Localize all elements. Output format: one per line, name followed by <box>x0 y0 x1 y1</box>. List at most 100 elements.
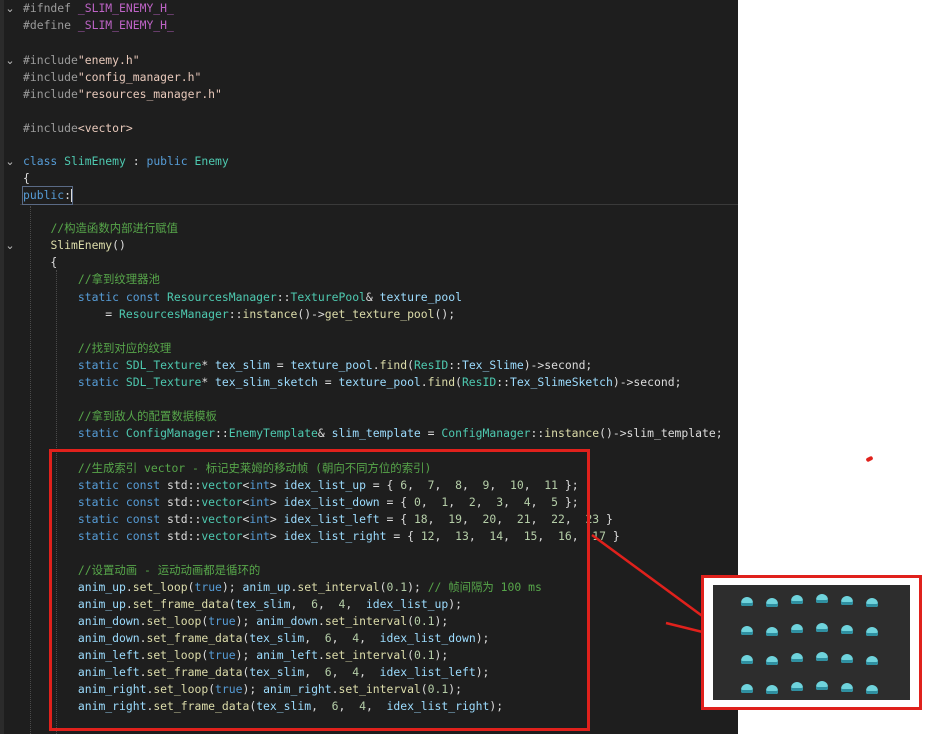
code-line[interactable]: { <box>0 254 738 271</box>
code-text: class SlimEnemy : public Enemy <box>23 153 229 170</box>
fold-toggle-icon[interactable]: ⌄ <box>4 237 16 254</box>
code-token: #include <box>23 70 78 84</box>
code-line[interactable]: ⌄ class SlimEnemy : public Enemy <box>0 153 738 170</box>
code-token: <vector> <box>77 121 133 135</box>
code-line[interactable]: static SDL_Texture* tex_slim_sketch = te… <box>0 374 738 391</box>
code-line[interactable]: #include"resources_manager.h" <box>0 86 738 103</box>
scope-separator <box>20 204 738 205</box>
code-line[interactable]: { <box>0 170 738 187</box>
code-text: //找到对应的纹理 <box>23 340 171 357</box>
code-token: :: <box>530 426 545 440</box>
code-token: ( <box>407 358 414 372</box>
code-token: static <box>77 358 126 372</box>
code-token: SlimEnemy <box>64 154 126 168</box>
code-line[interactable]: static ConfigManager::EnemyTemplate& sli… <box>0 425 738 442</box>
code-token: public <box>146 154 195 168</box>
code-text: //拿到纹理器池 <box>23 271 160 288</box>
code-token: TexturePool <box>290 290 366 304</box>
code-line[interactable]: #include"config_manager.h" <box>0 69 738 86</box>
code-line[interactable]: //找到对应的纹理 <box>0 340 738 357</box>
code-line[interactable]: = ResourcesManager::instance()->get_text… <box>0 306 738 323</box>
slime-sprite-frame <box>791 624 803 633</box>
slime-sprite-frame <box>741 684 753 693</box>
code-text: #define _SLIM_ENEMY_H_ <box>23 17 174 34</box>
slime-sprite-frame <box>791 682 803 691</box>
code-token: static const <box>77 290 168 304</box>
code-token: _SLIM_ENEMY_H_ <box>77 18 174 32</box>
code-token: #include <box>23 87 78 101</box>
slime-sprite-frame <box>766 627 778 636</box>
code-token: get_texture_pool <box>324 307 435 321</box>
code-line[interactable]: //拿到纹理器池 <box>0 271 738 288</box>
code-line[interactable]: static const ResourcesManager::TexturePo… <box>0 289 738 306</box>
code-token: static <box>77 375 126 389</box>
code-token: :: <box>496 375 510 389</box>
fold-toggle-icon[interactable]: ⌄ <box>4 52 16 69</box>
slime-sprite-frame <box>816 652 828 661</box>
code-token: 17 <box>592 529 607 543</box>
code-token: //拿到纹理器池 <box>77 272 160 286</box>
code-token: ConfigManager <box>441 426 531 440</box>
slime-sprite-frame <box>866 685 878 694</box>
code-token: texture_pool <box>338 375 421 389</box>
slime-sprite-frame <box>741 626 753 635</box>
slime-sprite-frame <box>866 627 878 636</box>
code-token: Tex_Slime <box>461 358 524 372</box>
code-text: #ifndef _SLIM_ENEMY_H_ <box>23 0 174 17</box>
slime-sprite-frame <box>816 623 828 632</box>
annotation-mark <box>865 455 874 463</box>
code-line[interactable]: ⌄ SlimEnemy() <box>0 237 738 254</box>
code-text: #include"resources_manager.h" <box>23 86 222 103</box>
code-token: } <box>606 529 620 543</box>
code-line[interactable]: //构造函数内部进行赋值 <box>0 220 738 237</box>
fold-toggle-icon[interactable]: ⌄ <box>4 0 16 17</box>
code-token: )->second; <box>523 358 593 372</box>
code-token: = <box>420 426 442 440</box>
code-token: = <box>317 375 339 389</box>
code-line[interactable]: static SDL_Texture* tex_slim = texture_p… <box>0 357 738 374</box>
code-token: { <box>23 171 30 185</box>
code-line[interactable]: ⌄ #ifndef _SLIM_ENEMY_H_ <box>0 0 738 17</box>
slime-sprite-frame <box>866 598 878 607</box>
code-token: = <box>23 307 120 321</box>
code-token: #define <box>23 18 78 32</box>
code-token: ResourcesManager <box>119 307 229 321</box>
slime-sprite-frame <box>791 653 803 662</box>
code-token: Enemy <box>194 154 229 168</box>
code-token: slim_template <box>331 426 421 440</box>
code-line[interactable]: ⌄ #include"enemy.h" <box>0 52 738 69</box>
code-token: SDL_Texture <box>125 358 202 372</box>
fold-toggle-icon[interactable]: ⌄ <box>4 153 16 170</box>
code-token: public <box>23 188 65 202</box>
code-token: EnemyTemplate <box>228 426 318 440</box>
code-line[interactable]: //拿到敌人的配置数据模板 <box>0 408 738 425</box>
code-line[interactable]: #include<vector> <box>0 120 738 137</box>
code-token: :: <box>228 307 243 321</box>
code-token: texture_pool <box>379 290 462 304</box>
code-text: static SDL_Texture* tex_slim_sketch = te… <box>23 374 682 391</box>
code-text: #include"config_manager.h" <box>23 69 201 86</box>
code-token: :: <box>215 426 229 440</box>
code-line[interactable]: #define _SLIM_ENEMY_H_ <box>0 17 738 34</box>
code-token: ()->slim_template; <box>599 426 723 440</box>
code-token: class <box>23 154 65 168</box>
slime-sprite-frame <box>766 656 778 665</box>
code-token: : <box>125 154 147 168</box>
slime-sprite-frame <box>866 656 878 665</box>
code-token: ConfigManager <box>125 426 216 440</box>
code-text: { <box>23 254 57 271</box>
slime-sprite-frame <box>841 683 853 692</box>
code-text: #include"enemy.h" <box>23 52 140 69</box>
code-token: static <box>77 426 126 440</box>
code-line[interactable]: public: <box>0 186 738 205</box>
code-token: SDL_Texture <box>125 375 202 389</box>
code-token: instance <box>242 307 298 321</box>
code-text: static const ResourcesManager::TexturePo… <box>23 289 462 306</box>
code-text: SlimEnemy() <box>23 237 125 254</box>
code-token: find <box>379 358 408 372</box>
